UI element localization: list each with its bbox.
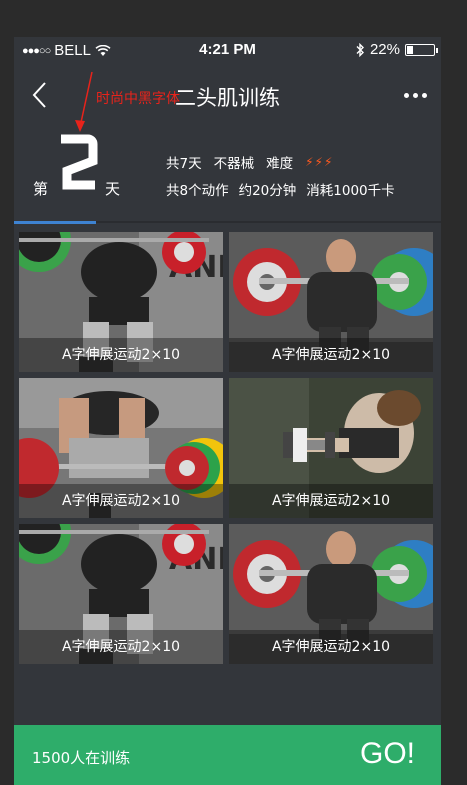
trainer-count: 1500人在训练 bbox=[32, 749, 131, 767]
exercise-label: A字伸展运动2×10 bbox=[229, 484, 433, 518]
total-days: 共7天 bbox=[166, 156, 202, 172]
more-dots-icon[interactable] bbox=[404, 93, 427, 98]
exercise-label: A字伸展运动2×10 bbox=[19, 484, 223, 518]
bluetooth-icon bbox=[356, 42, 364, 57]
difficulty-label: 难度 bbox=[266, 156, 294, 172]
battery-percent: 22% bbox=[369, 41, 400, 58]
duration: 约20分钟 bbox=[238, 183, 297, 199]
exercise-card[interactable]: A字伸展运动2×10 bbox=[229, 378, 433, 518]
phone-screen: ●●●○○ BELL 4:21 PM 22% 二头肌训练 第 天 共7天 不器械… bbox=[14, 37, 441, 785]
exercise-card[interactable]: A字伸展运动2×10 bbox=[229, 232, 433, 372]
tab-active-indicator bbox=[14, 221, 96, 224]
action-count: 共8个动作 bbox=[166, 183, 229, 199]
design-annotation: 时尚中黑字体 bbox=[96, 91, 180, 107]
exercise-label: A字伸展运动2×10 bbox=[19, 630, 223, 664]
status-right: 22% bbox=[355, 41, 438, 58]
day-number-glyph bbox=[61, 134, 98, 190]
battery-icon bbox=[405, 43, 438, 56]
equipment: 不器械 bbox=[213, 156, 255, 172]
status-bar: ●●●○○ BELL 4:21 PM 22% bbox=[14, 37, 441, 63]
plan-info-row-1: 共7天 不器械 难度 ⚡⚡⚡ bbox=[166, 152, 333, 172]
exercise-label: A字伸展运动2×10 bbox=[229, 338, 433, 372]
lightning-icon: ⚡⚡⚡ bbox=[305, 155, 334, 169]
dot bbox=[404, 93, 409, 98]
day-prefix: 第 bbox=[33, 180, 49, 198]
exercise-card[interactable]: ANI A字伸展运动2×10 bbox=[19, 232, 223, 372]
navigation-bar: 二头肌训练 bbox=[14, 67, 441, 127]
plan-info-row-2: 共8个动作 约20分钟 消耗1000千卡 bbox=[166, 179, 395, 199]
start-training-bar[interactable]: 1500人在训练 GO! bbox=[14, 725, 441, 785]
calories: 消耗1000千卡 bbox=[306, 183, 395, 199]
exercise-card[interactable]: A字伸展运动2×10 bbox=[19, 378, 223, 518]
exercise-card[interactable]: A字伸展运动2×10 bbox=[229, 524, 433, 664]
dot bbox=[422, 93, 427, 98]
exercise-label: A字伸展运动2×10 bbox=[19, 338, 223, 372]
page-title: 二头肌训练 bbox=[175, 86, 280, 110]
battery-fill bbox=[407, 45, 413, 54]
dot bbox=[413, 93, 418, 98]
day-suffix: 天 bbox=[105, 180, 121, 198]
go-button[interactable]: GO! bbox=[360, 737, 415, 771]
exercise-card[interactable]: ANI A字伸展运动2×10 bbox=[19, 524, 223, 664]
exercise-label: A字伸展运动2×10 bbox=[229, 630, 433, 664]
